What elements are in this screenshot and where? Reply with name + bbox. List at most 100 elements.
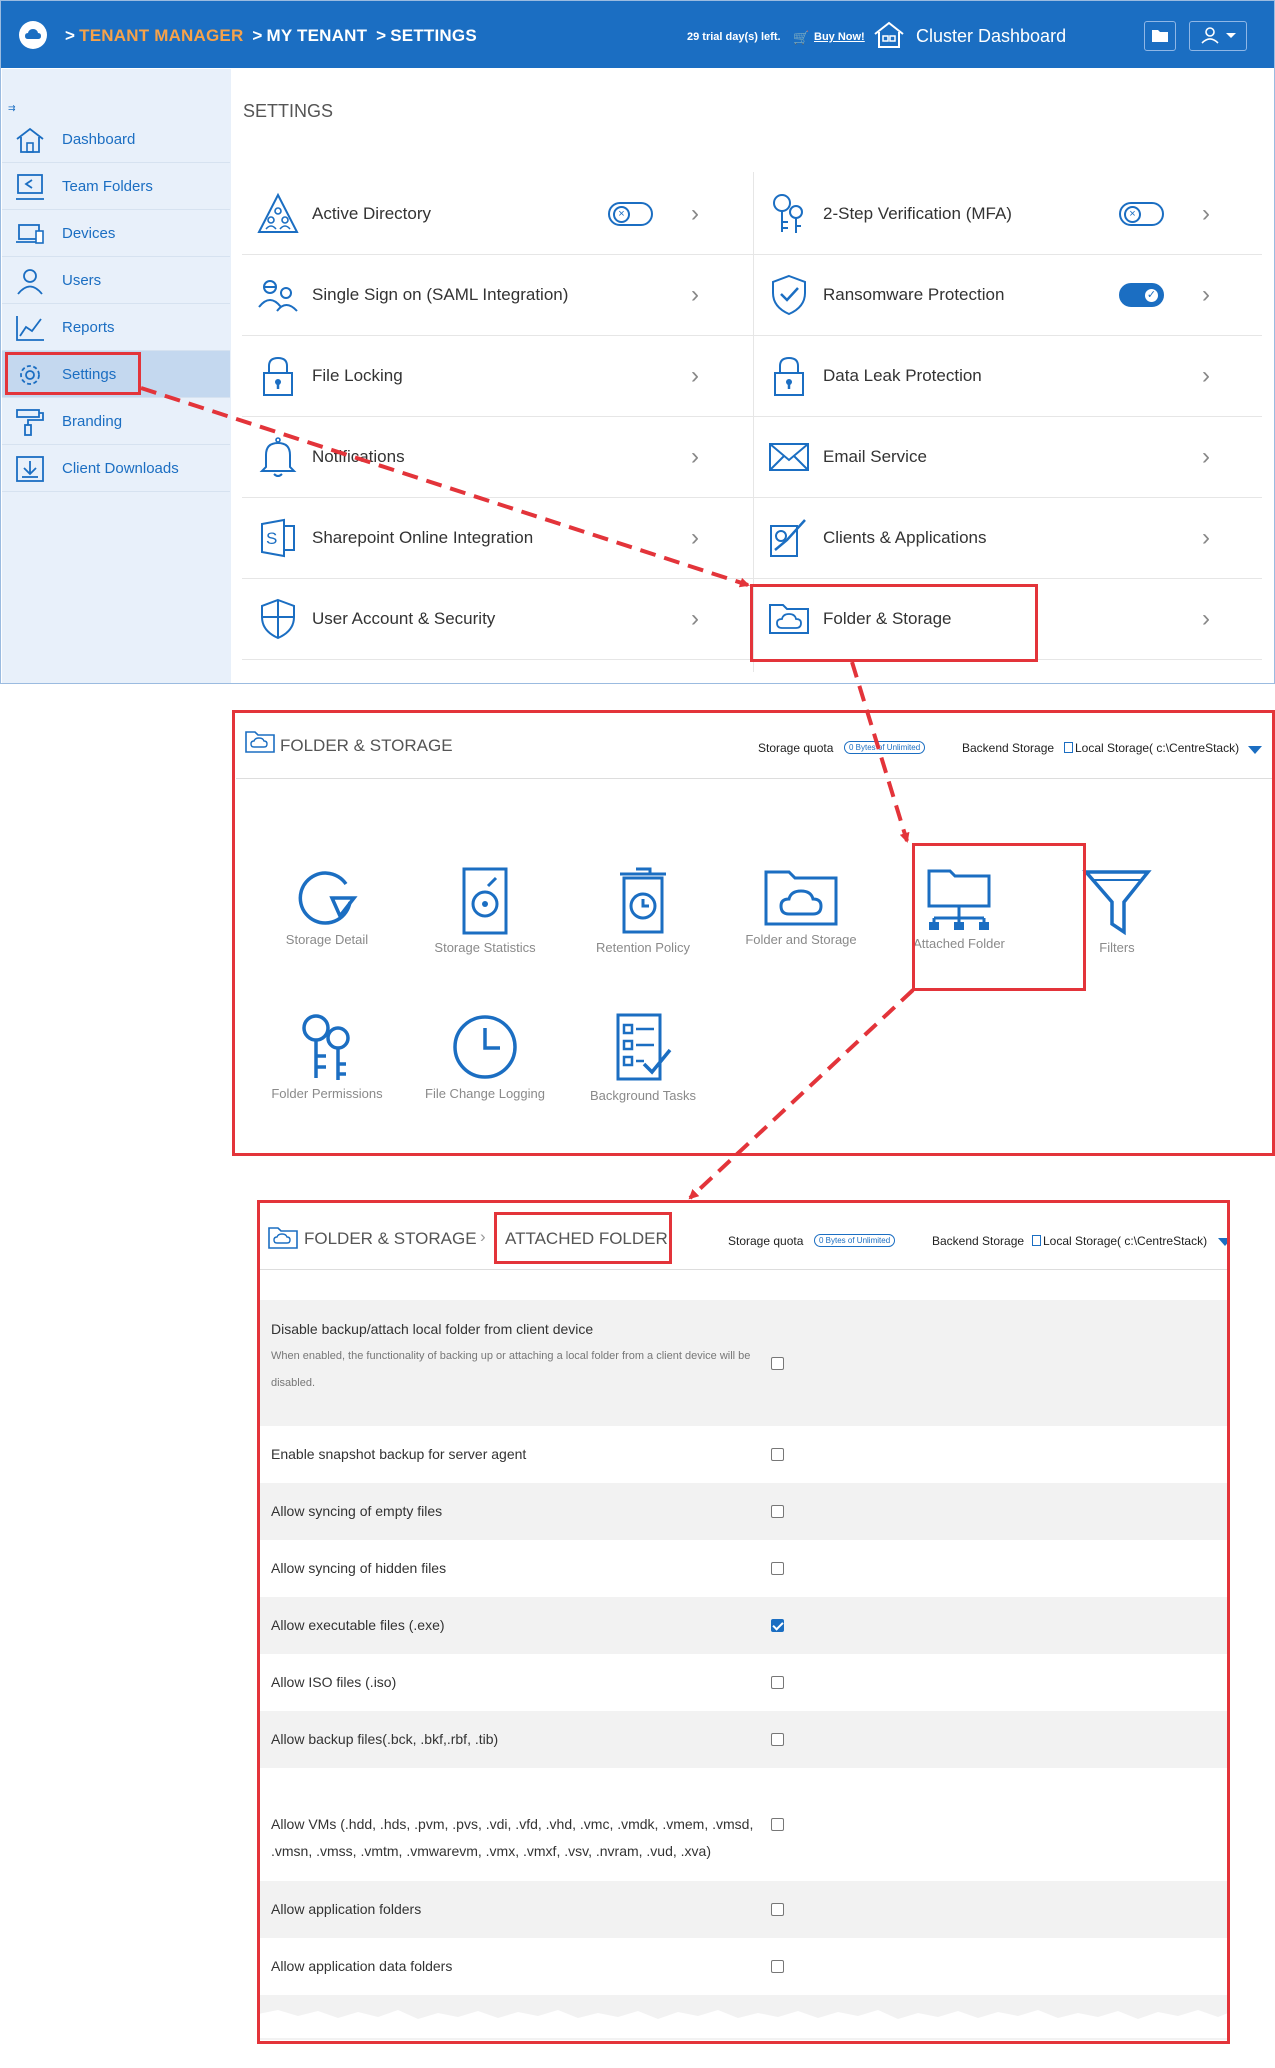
setting-label: Single Sign on (SAML Integration) [312, 285, 569, 304]
app-logo[interactable] [19, 21, 47, 49]
breadcrumb-tenant-manager[interactable]: TENANT MANAGER [79, 26, 243, 45]
breadcrumb-separator: > [65, 26, 76, 45]
breadcrumb-separator: > [252, 26, 263, 45]
sidebar-item-label: Team Folders [62, 178, 153, 195]
sidebar-item-branding[interactable]: Branding [2, 398, 230, 445]
cart-icon: 🛒 [793, 30, 810, 45]
chevron-right-icon[interactable]: › [691, 200, 699, 228]
settings-row: S Sharepoint Online Integration › Client… [242, 498, 1262, 579]
ransomware-shield-icon [767, 273, 811, 317]
reports-icon [14, 314, 46, 342]
highlight-attached-folder-panel [257, 1200, 1230, 2044]
sidebar-item-label: Branding [62, 413, 123, 430]
chevron-right-icon[interactable]: › [1202, 443, 1210, 471]
sidebar-item-label: Users [62, 272, 102, 289]
setting-label: Active Directory [312, 204, 432, 223]
chevron-right-icon[interactable]: › [691, 524, 699, 552]
chevron-right-icon[interactable]: › [1202, 362, 1210, 390]
breadcrumb-settings: SETTINGS [390, 26, 477, 45]
sidebar-item-label: Reports [62, 319, 115, 336]
setting-sharepoint-online-integration[interactable]: S Sharepoint Online Integration › [242, 498, 752, 578]
bell-icon [256, 435, 300, 479]
chevron-right-icon[interactable]: › [691, 443, 699, 471]
sidebar-item-label: Devices [62, 225, 116, 242]
folder-icon [1152, 30, 1168, 42]
sidebar-item-dashboard[interactable]: Dashboard [2, 116, 230, 163]
sso-icon [256, 273, 300, 317]
keys-icon [767, 192, 811, 236]
users-icon [14, 267, 46, 295]
folder-button[interactable] [1144, 21, 1176, 51]
chevron-right-icon[interactable]: › [1202, 281, 1210, 309]
user-icon [1201, 27, 1236, 44]
setting-label: File Locking [312, 366, 403, 385]
paint-roller-icon [14, 408, 46, 436]
setting-label: Ransomware Protection [823, 285, 1005, 304]
setting-notifications[interactable]: Notifications › [242, 417, 752, 497]
highlight-settings [5, 352, 141, 395]
breadcrumb-separator: > [376, 26, 387, 45]
highlight-folder-storage-panel [232, 710, 1275, 1156]
sidebar-item-users[interactable]: Users [2, 257, 230, 304]
page-title: SETTINGS [243, 101, 334, 121]
team-folders-icon [14, 173, 46, 201]
sidebar-item-reports[interactable]: Reports [2, 304, 230, 351]
download-icon [14, 455, 46, 483]
setting-label: Clients & Applications [823, 528, 987, 547]
active-directory-icon [256, 192, 300, 236]
breadcrumb-my-tenant[interactable]: MY TENANT [267, 26, 368, 45]
sidebar-item-team-folders[interactable]: Team Folders [2, 163, 230, 210]
collapse-sidebar-icon[interactable]: ⇉ [8, 103, 16, 114]
breadcrumb: > TENANT MANAGER > MY TENANT > SETTINGS [61, 26, 477, 46]
chevron-right-icon[interactable]: › [691, 281, 699, 309]
cluster-dashboard-link[interactable]: Cluster Dashboard [916, 26, 1066, 47]
devices-icon [14, 220, 46, 248]
setting-active-directory[interactable]: Active Directory × › [242, 174, 752, 254]
toggle-knob-icon: × [1124, 206, 1141, 223]
chevron-right-icon[interactable]: › [1202, 605, 1210, 633]
setting-label: Sharepoint Online Integration [312, 528, 534, 547]
highlight-attached-folder-crumb [494, 1212, 672, 1264]
setting-single-sign-on-saml-integration[interactable]: Single Sign on (SAML Integration) › [242, 255, 752, 335]
clients-apps-icon [767, 516, 811, 560]
shield-icon [256, 597, 300, 641]
sidebar-item-devices[interactable]: Devices [2, 210, 230, 257]
setting-2-step-verification-mfa[interactable]: 2-Step Verification (MFA) × › [753, 174, 1263, 254]
setting-label: Data Leak Protection [823, 366, 982, 385]
buy-now-link[interactable]: Buy Now! [814, 31, 865, 43]
toggle-knob-icon: × [613, 206, 630, 223]
toggle-switch[interactable]: ✓ [1119, 283, 1164, 307]
sharepoint-icon: S [256, 516, 300, 560]
settings-row: File Locking › Data Leak Protection › [242, 336, 1262, 417]
lock-icon [256, 354, 300, 398]
envelope-icon [767, 435, 811, 479]
toggle-knob-icon: ✓ [1143, 287, 1160, 304]
setting-clients-applications[interactable]: Clients & Applications › [753, 498, 1263, 578]
chevron-right-icon[interactable]: › [691, 605, 699, 633]
setting-email-service[interactable]: Email Service › [753, 417, 1263, 497]
cluster-house-icon[interactable] [872, 21, 906, 54]
toggle-switch[interactable]: × [1119, 202, 1164, 226]
chevron-right-icon[interactable]: › [691, 362, 699, 390]
highlight-folder-storage [750, 584, 1038, 662]
sidebar-item-client-downloads[interactable]: Client Downloads [2, 445, 230, 492]
setting-user-account-security[interactable]: User Account & Security › [242, 579, 752, 659]
user-menu-button[interactable] [1189, 21, 1247, 51]
lock-icon [767, 354, 811, 398]
setting-label: Email Service [823, 447, 927, 466]
setting-file-locking[interactable]: File Locking › [242, 336, 752, 416]
setting-label: 2-Step Verification (MFA) [823, 204, 1012, 223]
settings-row: Single Sign on (SAML Integration) › Rans… [242, 255, 1262, 336]
home-icon [14, 126, 46, 154]
chevron-right-icon[interactable]: › [1202, 524, 1210, 552]
setting-label: User Account & Security [312, 609, 496, 628]
setting-label: Notifications [312, 447, 405, 466]
settings-row: Active Directory × › 2-Step Verification… [242, 174, 1262, 255]
chevron-right-icon[interactable]: › [1202, 200, 1210, 228]
settings-row: Notifications › Email Service › [242, 417, 1262, 498]
setting-ransomware-protection[interactable]: Ransomware Protection ✓ › [753, 255, 1263, 335]
toggle-switch[interactable]: × [608, 202, 653, 226]
top-bar: > TENANT MANAGER > MY TENANT > SETTINGS 29 … [1, 1, 1274, 68]
setting-data-leak-protection[interactable]: Data Leak Protection › [753, 336, 1263, 416]
sidebar-item-label: Dashboard [62, 131, 136, 148]
